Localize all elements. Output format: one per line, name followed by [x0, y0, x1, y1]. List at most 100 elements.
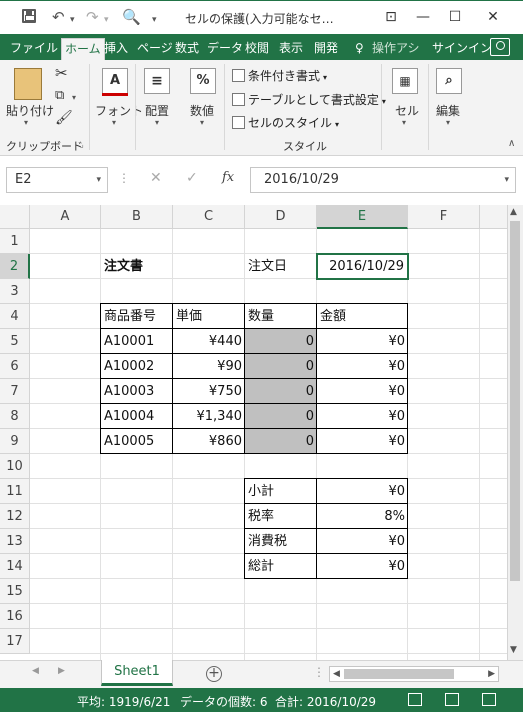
undo-icon[interactable]: ↶: [52, 9, 65, 25]
number-dropdown-icon[interactable]: ▾: [200, 118, 204, 127]
paste-dropdown-icon[interactable]: ▾: [24, 118, 28, 127]
customize-toolbar-icon[interactable]: ▾: [152, 12, 157, 28]
scroll-down-icon[interactable]: ▼: [510, 645, 517, 655]
row-header-10[interactable]: 10: [0, 454, 30, 479]
scroll-right-icon[interactable]: ▶: [488, 667, 495, 681]
chevron-down-icon[interactable]: ▾: [96, 168, 101, 192]
cell-d11[interactable]: 小計: [245, 479, 317, 504]
save-icon[interactable]: [22, 9, 36, 23]
cell-d13[interactable]: 消費税: [245, 529, 317, 554]
cell-c8[interactable]: ¥1,340: [173, 404, 245, 429]
row-header-6[interactable]: 6: [0, 354, 30, 379]
editing-label[interactable]: 編集: [436, 102, 460, 119]
paste-icon[interactable]: [14, 68, 42, 100]
redo-dropdown-icon[interactable]: ▾: [104, 12, 109, 28]
close-icon[interactable]: ✕: [478, 5, 508, 29]
cell-c7[interactable]: ¥750: [173, 379, 245, 404]
paste-button-label[interactable]: 貼り付け: [6, 102, 54, 119]
expand-formula-bar-icon[interactable]: ▾: [504, 168, 509, 192]
row-header-8[interactable]: 8: [0, 404, 30, 429]
cell-c5[interactable]: ¥440: [173, 329, 245, 354]
cell-c4[interactable]: 単価: [173, 304, 245, 329]
maximize-icon[interactable]: ☐: [440, 5, 470, 29]
row-header-15[interactable]: 15: [0, 579, 30, 604]
tab-formulas[interactable]: 数式: [175, 38, 199, 60]
alignment-icon[interactable]: ≡: [144, 68, 170, 94]
alignment-dropdown-icon[interactable]: ▾: [155, 118, 159, 127]
font-icon[interactable]: A: [102, 68, 128, 94]
tab-view[interactable]: 表示: [279, 38, 303, 60]
cell-styles-button[interactable]: セルのスタイル ▾: [232, 114, 339, 131]
cell-e4[interactable]: 金額: [317, 304, 408, 329]
format-as-table-button[interactable]: テーブルとして書式設定 ▾: [232, 91, 386, 108]
cell-e11[interactable]: ¥0: [317, 479, 408, 504]
cell-e9[interactable]: ¥0: [317, 429, 408, 454]
row-header-17[interactable]: 17: [0, 629, 30, 654]
page-layout-view-icon[interactable]: [445, 693, 459, 706]
scroll-up-icon[interactable]: ▲: [510, 207, 517, 217]
cell-e8[interactable]: ¥0: [317, 404, 408, 429]
column-header-e[interactable]: E: [317, 205, 408, 229]
tell-me-search[interactable]: 操作アシ: [372, 38, 420, 60]
sheet-tab-sheet1[interactable]: Sheet1: [101, 660, 173, 686]
print-preview-icon[interactable]: 🔍: [122, 9, 141, 25]
cell-b9[interactable]: A10005: [101, 429, 173, 454]
cell-b8[interactable]: A10004: [101, 404, 173, 429]
row-header-3[interactable]: 3: [0, 279, 30, 304]
vertical-scroll-thumb[interactable]: [510, 221, 520, 581]
horizontal-scrollbar[interactable]: ◀ ▶: [329, 666, 499, 682]
scroll-sheets-right-icon[interactable]: ▶: [58, 666, 65, 676]
insert-function-icon[interactable]: fx: [222, 170, 234, 185]
tab-data[interactable]: データ: [207, 38, 243, 60]
row-header-1[interactable]: 1: [0, 229, 30, 254]
tab-developer[interactable]: 開発: [314, 38, 338, 60]
number-icon[interactable]: %: [190, 68, 216, 94]
cancel-icon[interactable]: ✕: [150, 170, 162, 186]
sign-in-link[interactable]: サインイン: [432, 38, 492, 60]
tab-insert[interactable]: 挿入: [104, 38, 128, 60]
tab-file[interactable]: ファイル: [10, 38, 58, 60]
cell-d7[interactable]: 0: [245, 379, 317, 404]
font-dropdown-icon[interactable]: ▾: [112, 118, 116, 127]
row-header-14[interactable]: 14: [0, 554, 30, 579]
row-header-9[interactable]: 9: [0, 429, 30, 454]
cell-d12[interactable]: 税率: [245, 504, 317, 529]
cell-d9[interactable]: 0: [245, 429, 317, 454]
user-icon[interactable]: [490, 38, 510, 56]
row-header-11[interactable]: 11: [0, 479, 30, 504]
cell-c6[interactable]: ¥90: [173, 354, 245, 379]
column-header-d[interactable]: D: [245, 205, 317, 229]
cell-d6[interactable]: 0: [245, 354, 317, 379]
format-painter-icon[interactable]: 🖌: [55, 110, 73, 126]
cell-b7[interactable]: A10003: [101, 379, 173, 404]
editing-dropdown-icon[interactable]: ▾: [446, 118, 450, 127]
enter-icon[interactable]: ✓: [186, 170, 198, 186]
tab-home[interactable]: ホーム: [61, 38, 105, 60]
redo-icon[interactable]: ↷: [86, 9, 99, 25]
name-box[interactable]: E2 ▾: [6, 167, 108, 193]
collapse-ribbon-icon[interactable]: ∧: [508, 138, 515, 149]
cell-d2[interactable]: 注文日: [245, 254, 317, 279]
column-header-a[interactable]: A: [30, 205, 101, 229]
cells-dropdown-icon[interactable]: ▾: [402, 118, 406, 127]
cell-e5[interactable]: ¥0: [317, 329, 408, 354]
column-header-c[interactable]: C: [173, 205, 245, 229]
cell-b6[interactable]: A10002: [101, 354, 173, 379]
row-header-4[interactable]: 4: [0, 304, 30, 329]
column-header-b[interactable]: B: [101, 205, 173, 229]
minimize-icon[interactable]: —: [408, 5, 438, 29]
cell-d8[interactable]: 0: [245, 404, 317, 429]
copy-dropdown-icon[interactable]: ▾: [72, 93, 76, 102]
add-sheet-icon[interactable]: +: [206, 666, 222, 682]
cell-e14[interactable]: ¥0: [317, 554, 408, 579]
cell-d4[interactable]: 数量: [245, 304, 317, 329]
cell-e13[interactable]: ¥0: [317, 529, 408, 554]
dialog-launcher-icon[interactable]: ⌟: [80, 140, 84, 149]
formula-input[interactable]: 2016/10/29 ▾: [250, 167, 516, 193]
row-header-2[interactable]: 2: [0, 254, 30, 279]
tab-page-layout[interactable]: ページ: [137, 38, 173, 60]
row-header-7[interactable]: 7: [0, 379, 30, 404]
column-header-f[interactable]: F: [408, 205, 480, 229]
tab-review[interactable]: 校閲: [245, 38, 269, 60]
cut-icon[interactable]: ✂: [55, 64, 68, 82]
